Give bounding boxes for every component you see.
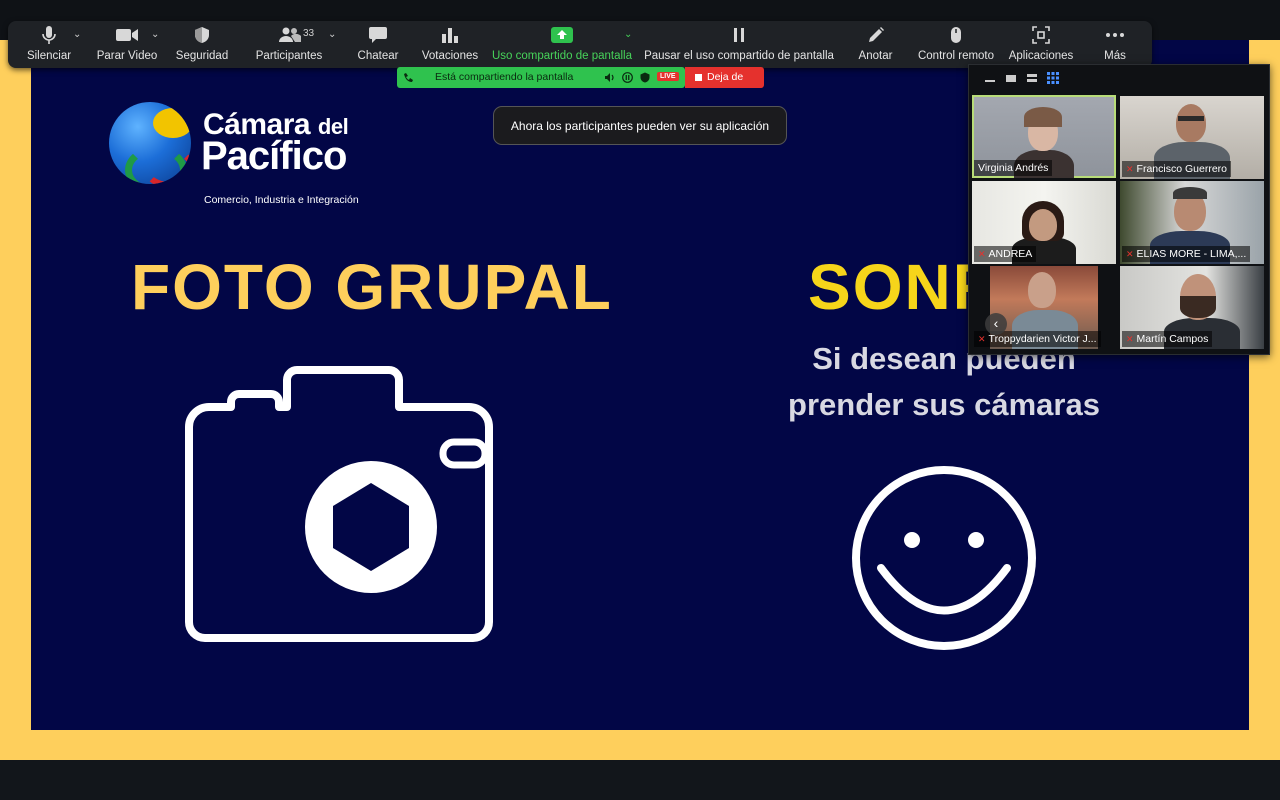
mute-options-chevron-icon[interactable]: ⌄ — [73, 29, 81, 40]
video-options-chevron-icon[interactable]: ⌄ — [151, 29, 159, 40]
speaker-view-icon[interactable] — [1006, 75, 1016, 82]
pause-share-button[interactable]: Pausar el uso compartido de pantalla — [644, 21, 834, 68]
logo-text-pacifico: Pacífico — [201, 134, 347, 178]
bar-chart-icon — [441, 21, 459, 49]
muted-microphone-icon: ✕ — [1126, 164, 1134, 174]
chevron-left-icon[interactable]: ‹ — [985, 313, 1007, 335]
participant-name: ✕ Martín Campos — [1122, 331, 1213, 347]
share-screen-icon — [551, 21, 573, 49]
strip-view-icon[interactable] — [1027, 74, 1037, 77]
video-tile[interactable]: ✕ ANDREA — [972, 181, 1116, 264]
participants-options-chevron-icon[interactable]: ⌄ — [328, 29, 336, 40]
video-camera-icon — [115, 21, 139, 49]
participant-name: Virginia Andrés — [974, 160, 1053, 176]
mouse-icon — [949, 21, 963, 49]
camera-icon — [185, 366, 493, 642]
stop-icon — [695, 74, 702, 81]
gallery-view-icon[interactable] — [1047, 72, 1059, 84]
stop-video-button[interactable]: Parar Video — [96, 21, 158, 68]
participants-button[interactable]: 33 Participantes — [254, 21, 324, 68]
muted-microphone-icon: ✕ — [1126, 334, 1134, 344]
muted-microphone-icon: ✕ — [978, 334, 986, 344]
muted-microphone-icon: ✕ — [978, 249, 986, 259]
pencil-icon — [867, 21, 885, 49]
bottom-bar — [0, 760, 1280, 800]
remote-control-button[interactable]: Control remoto — [914, 21, 998, 68]
chat-button[interactable]: Chatear — [353, 21, 403, 68]
sharing-notification-tooltip: Ahora los participantes pueden ver su ap… — [493, 106, 787, 145]
logo-emblem-icon — [109, 102, 191, 184]
share-options-chevron-icon[interactable]: ⌄ — [624, 29, 632, 40]
phone-icon — [404, 73, 413, 82]
minimize-view-icon[interactable] — [985, 80, 995, 82]
participants-icon: 33 — [254, 21, 324, 49]
logo-tagline: Comercio, Industria e Integración — [204, 194, 359, 206]
participant-name: ✕ ANDREA — [974, 246, 1037, 262]
annotate-button[interactable]: Anotar — [853, 21, 898, 68]
sharing-status-bar: Está compartiendo la pantalla LIVE — [397, 67, 685, 88]
polls-button[interactable]: Votaciones — [418, 21, 482, 68]
chat-bubble-icon — [368, 21, 388, 49]
video-tile[interactable]: Virginia Andrés — [972, 95, 1116, 178]
muted-microphone-icon: ✕ — [1126, 249, 1134, 259]
mute-button[interactable]: Silenciar — [21, 21, 77, 68]
microphone-icon — [42, 21, 56, 49]
more-dots-icon — [1105, 21, 1125, 49]
video-tile[interactable]: ✕ ELIAS MORE - LIMA,... — [1120, 181, 1264, 264]
share-screen-button[interactable]: Uso compartido de pantalla — [490, 21, 634, 68]
pause-circle-icon[interactable] — [622, 72, 633, 83]
security-button[interactable]: Seguridad — [174, 21, 230, 68]
participant-name: ✕ ELIAS MORE - LIMA,... — [1122, 246, 1251, 262]
video-tile[interactable]: ✕ Francisco Guerrero — [1120, 96, 1264, 179]
apps-icon — [1032, 21, 1050, 49]
shield-icon[interactable] — [640, 72, 650, 83]
shield-icon — [194, 21, 210, 49]
video-tile[interactable]: ✕ Martín Campos — [1120, 266, 1264, 349]
participant-name: ✕ Francisco Guerrero — [1122, 161, 1231, 177]
participants-count: 33 — [303, 28, 315, 39]
more-button[interactable]: Más — [1098, 21, 1132, 68]
slide-title-foto-grupal: FOTO GRUPAL — [131, 251, 613, 323]
video-panel-header — [969, 65, 1269, 93]
live-badge: LIVE — [657, 72, 679, 81]
apps-button[interactable]: Aplicaciones — [1006, 21, 1076, 68]
pause-icon — [732, 21, 746, 49]
video-tile[interactable]: ✕ Troppydarien Victor J... — [972, 266, 1116, 349]
meeting-toolbar: Silenciar ⌄ Parar Video ⌄ Seguridad 33 P… — [8, 21, 1152, 68]
smiley-face-icon — [852, 466, 1036, 650]
stop-share-button[interactable]: Deja de — [685, 67, 764, 88]
speaker-icon[interactable] — [604, 72, 615, 83]
participants-video-panel: Virginia Andrés ✕ Francisco Guerrero ✕ AND… — [968, 64, 1270, 355]
